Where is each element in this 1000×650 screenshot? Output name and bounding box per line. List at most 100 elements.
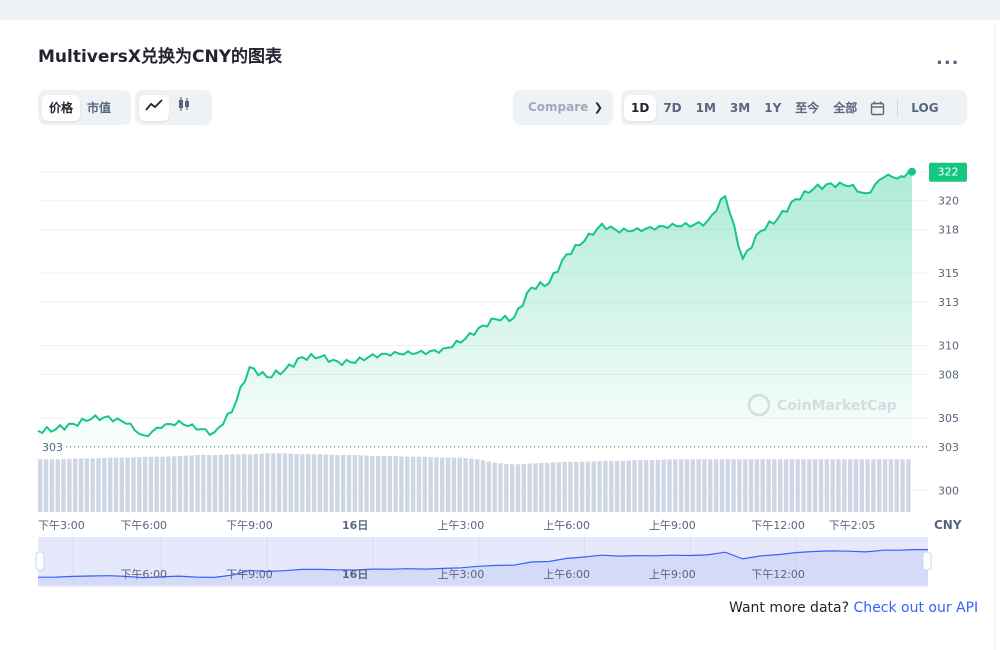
x-tick-label: 上午9:00 xyxy=(649,519,696,532)
volume-bar xyxy=(632,460,637,512)
volume-bar xyxy=(521,463,527,512)
volume-bar xyxy=(428,457,433,512)
volume-bar xyxy=(55,459,60,512)
volume-bar xyxy=(719,459,725,512)
volume-bar xyxy=(113,457,119,512)
volume-bar xyxy=(142,456,148,512)
volume-bar xyxy=(708,459,713,512)
volume-bar xyxy=(119,457,124,512)
volume-bar xyxy=(463,458,468,512)
volume-bar xyxy=(754,459,760,512)
navigator-tick-label: 下午9:00 xyxy=(226,568,273,581)
api-link[interactable]: Check out our API xyxy=(853,600,978,616)
volume-bar xyxy=(183,455,189,512)
volume-bar xyxy=(160,456,165,512)
volume-bar xyxy=(451,457,457,512)
volume-bar xyxy=(306,454,311,512)
volume-bar xyxy=(783,459,789,512)
volume-bar xyxy=(346,455,352,512)
volume-bar xyxy=(90,458,95,512)
volume-bar xyxy=(760,459,765,512)
volume-bar xyxy=(585,461,591,512)
navigator-tick-label: 下午6:00 xyxy=(120,568,167,581)
volume-bar xyxy=(638,460,643,512)
x-tick-label: 下午2:05 xyxy=(829,519,876,532)
volume-bar xyxy=(247,454,253,512)
volume-bar xyxy=(148,456,154,512)
volume-bar xyxy=(574,461,579,512)
volume-bar xyxy=(748,459,754,512)
volume-bar xyxy=(678,459,684,512)
x-axis-ticks: 下午3:00 下午6:00 下午9:00 16日 上午3:00 上午6:00 上午9:00 下… xyxy=(38,519,875,532)
api-promo: Want more data? Check out our API xyxy=(729,600,978,616)
x-tick-label: 上午3:00 xyxy=(438,519,485,532)
volume-bar xyxy=(271,453,276,512)
volume-bar xyxy=(387,455,393,512)
navigator-right-handle[interactable] xyxy=(922,551,932,571)
volume-bar xyxy=(480,460,486,512)
current-price-dot xyxy=(908,167,916,176)
volume-bar xyxy=(533,463,538,512)
volume-bar xyxy=(352,455,358,512)
volume-bar xyxy=(265,453,270,512)
volume-bar xyxy=(457,457,462,512)
volume-bar xyxy=(469,458,474,512)
price-chart: 303 300 303 305 308 310 313 315 318 320 322 322 3… xyxy=(35,162,967,587)
volume-bars xyxy=(38,453,911,512)
volume-bar xyxy=(772,459,777,512)
volume-bar xyxy=(300,454,305,512)
volume-bar xyxy=(690,459,696,512)
volume-bar xyxy=(405,456,410,512)
volume-bar xyxy=(49,459,55,512)
volume-bar xyxy=(818,459,824,512)
volume-bar xyxy=(539,463,544,512)
volume-bar xyxy=(731,459,736,512)
y-tick-label: 313 xyxy=(938,296,959,309)
api-prompt-text: Want more data? xyxy=(729,600,850,616)
volume-bar xyxy=(189,455,194,512)
volume-bar xyxy=(131,457,136,512)
volume-bar xyxy=(643,460,649,512)
volume-bar xyxy=(556,462,561,512)
volume-bar xyxy=(842,459,847,512)
volume-bar xyxy=(125,457,130,512)
volume-bar xyxy=(84,458,90,512)
currency-label: CNY xyxy=(934,518,962,532)
volume-bar xyxy=(527,463,532,512)
volume-bar xyxy=(340,455,346,512)
volume-bar xyxy=(434,457,439,512)
volume-bar xyxy=(96,458,101,512)
volume-bar xyxy=(504,463,509,512)
volume-bar xyxy=(422,456,427,512)
current-price-label: 322 xyxy=(938,166,959,179)
y-tick-label: 315 xyxy=(938,267,959,280)
volume-bar xyxy=(38,459,43,512)
volume-bar xyxy=(894,459,899,512)
y-tick-label: 300 xyxy=(938,484,959,497)
volume-bar xyxy=(609,461,614,512)
volume-bar xyxy=(684,459,690,512)
volume-bar xyxy=(667,459,672,512)
volume-bar xyxy=(626,460,631,512)
navigator-left-handle[interactable] xyxy=(35,551,45,571)
volume-bar xyxy=(218,454,224,512)
volume-bar xyxy=(172,456,177,512)
volume-bar xyxy=(43,459,49,512)
navigator-tick-label: 上午9:00 xyxy=(649,568,696,581)
volume-bar xyxy=(440,457,445,512)
navigator-tick-label: 上午3:00 xyxy=(438,568,485,581)
volume-bar xyxy=(370,455,375,512)
volume-bar xyxy=(544,462,550,512)
volume-bar xyxy=(649,460,655,512)
volume-bar xyxy=(515,464,521,512)
volume-bar xyxy=(416,456,422,512)
navigator-tick-label: 16日 xyxy=(342,568,368,581)
volume-bar xyxy=(107,457,113,512)
volume-bar xyxy=(236,454,241,512)
volume-bar xyxy=(137,457,142,512)
volume-bar xyxy=(253,453,259,512)
volume-bar xyxy=(230,454,235,512)
x-tick-label: 下午9:00 xyxy=(226,519,273,532)
volume-bar xyxy=(836,459,841,512)
volume-bar xyxy=(486,461,492,512)
